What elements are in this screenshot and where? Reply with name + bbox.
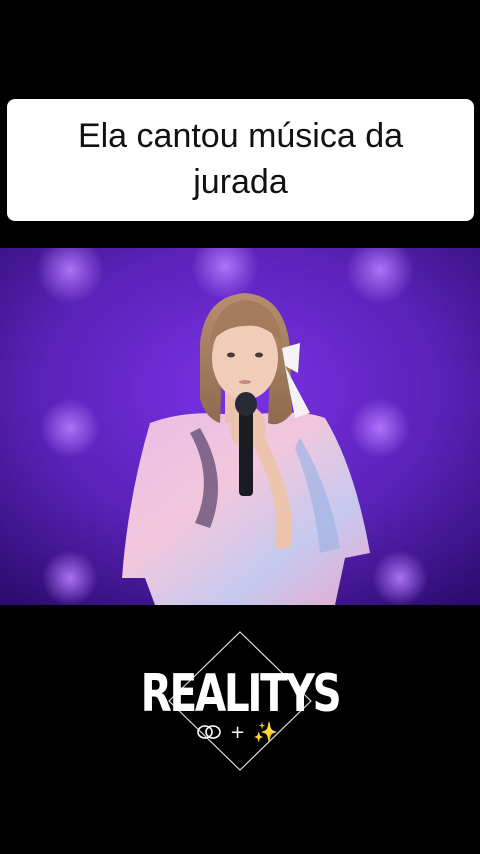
- video-scene: [0, 248, 480, 605]
- sparkles-icon: ✨: [253, 720, 278, 744]
- plus-icon: +: [230, 721, 246, 743]
- stage-light: [42, 550, 98, 605]
- brand-logo-text: REALITYS: [140, 664, 342, 724]
- video-frame[interactable]: [0, 248, 480, 605]
- logo-glyphs: + ✨: [196, 720, 278, 744]
- caption-text: Ela cantou música da jurada: [77, 117, 404, 201]
- caption-box: Ela cantou música da jurada: [7, 99, 474, 221]
- rings-icon: [197, 725, 221, 739]
- microphone: [239, 406, 253, 496]
- stage-light: [40, 398, 100, 458]
- brand-watermark: REALITYS + ✨: [0, 628, 480, 778]
- stage-light: [372, 550, 428, 605]
- stage-light: [350, 398, 410, 458]
